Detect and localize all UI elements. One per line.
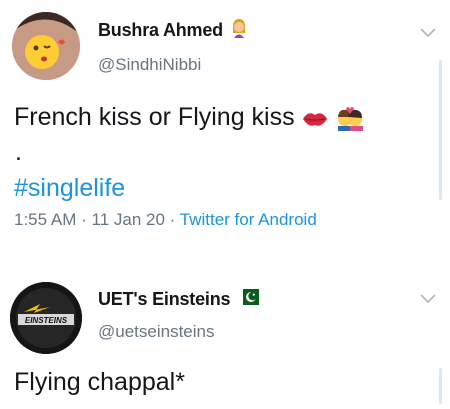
tweet-time: 1:55 AM xyxy=(14,210,77,229)
tweet-card[interactable]: Bushra Ahmed @SindhiNibbi French kiss or… xyxy=(0,0,450,270)
avatar-image xyxy=(12,12,80,80)
kissing-couple-emoji-icon xyxy=(335,105,365,139)
tweet-source-link[interactable]: Twitter for Android xyxy=(180,210,317,229)
display-name[interactable]: UET's Einsteins xyxy=(98,289,231,310)
avatar-logo-image: EINSTEINS xyxy=(10,282,82,354)
woman-emoji-icon xyxy=(230,18,248,43)
meta-separator: · xyxy=(81,210,87,229)
avatar[interactable]: EINSTEINS xyxy=(10,282,82,354)
avatar[interactable] xyxy=(12,12,80,80)
tweet-meta: 1:55 AM · 11 Jan 20 · Twitter for Androi… xyxy=(14,210,317,230)
tweet-text-content: French kiss or Flying kiss xyxy=(14,103,295,131)
tweet-text: Flying chappal* xyxy=(14,368,185,396)
scrollbar[interactable] xyxy=(439,60,442,200)
tweet-date: 11 Jan 20 xyxy=(91,210,165,229)
tweet-text-dot: . xyxy=(15,138,22,166)
meta-separator: · xyxy=(169,210,176,229)
user-handle[interactable]: @uetseinsteins xyxy=(98,322,215,342)
chevron-down-icon[interactable] xyxy=(420,294,436,304)
tweet-card[interactable]: EINSTEINS UET's Einsteins @uetseinsteins… xyxy=(0,270,450,409)
display-name[interactable]: Bushra Ahmed xyxy=(98,20,223,41)
tweet-text: French kiss or Flying kiss xyxy=(14,101,365,139)
hashtag-link[interactable]: #singlelife xyxy=(14,172,125,204)
svg-text:EINSTEINS: EINSTEINS xyxy=(25,316,68,325)
user-handle[interactable]: @SindhiNibbi xyxy=(98,55,201,75)
scrollbar[interactable] xyxy=(439,368,442,404)
kiss-mark-emoji-icon xyxy=(301,107,329,139)
chevron-down-icon[interactable] xyxy=(420,28,436,38)
pakistan-flag-icon xyxy=(237,289,260,310)
